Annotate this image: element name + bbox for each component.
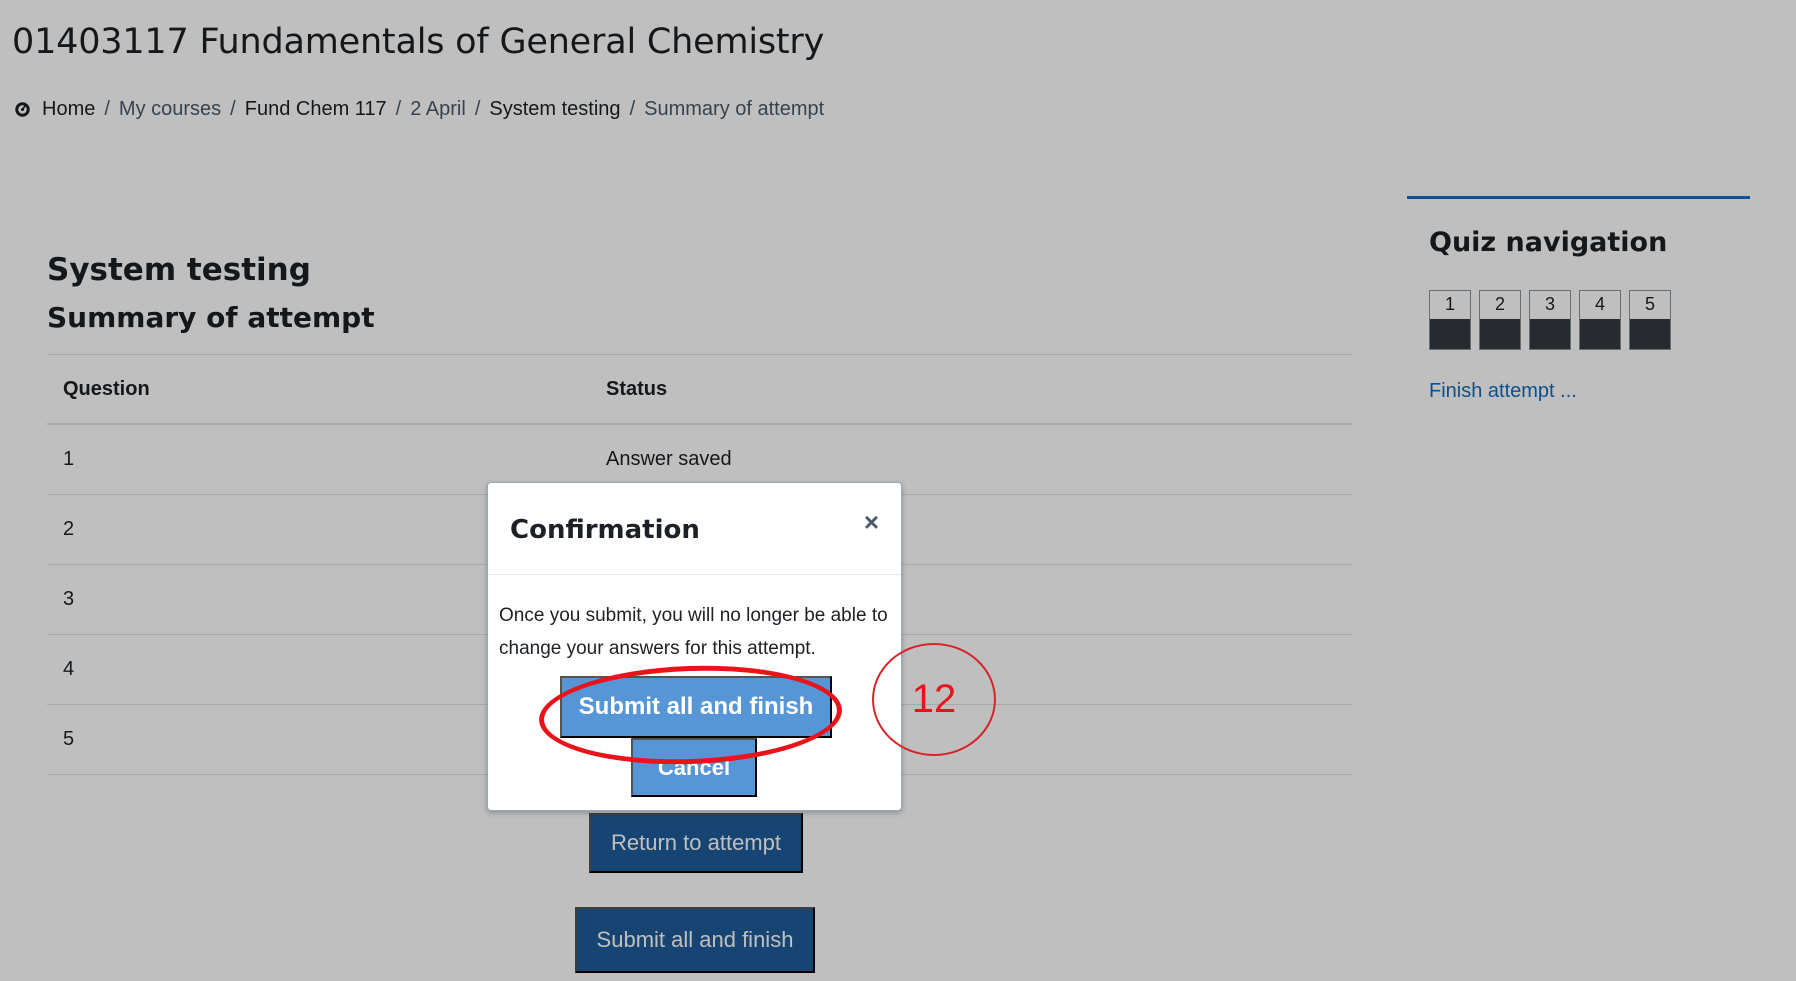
dialog-header: Confirmation × [488, 483, 901, 575]
column-header-question: Question [63, 377, 150, 400]
question-status: Answer saved [606, 448, 732, 470]
summary-heading: Summary of attempt [47, 301, 375, 334]
close-icon[interactable]: × [864, 509, 879, 535]
breadcrumb-separator: / [474, 98, 481, 120]
quiz-nav-button-4[interactable]: 4 [1579, 290, 1621, 350]
submit-all-and-finish-button[interactable]: Submit all and finish [575, 907, 815, 973]
quiz-heading: System testing [47, 252, 311, 288]
quiz-nav-button-5[interactable]: 5 [1629, 290, 1671, 350]
course-title: 01403117 Fundamentals of General Chemist… [12, 22, 825, 62]
quiz-nav-button-1[interactable]: 1 [1429, 290, 1471, 350]
answered-indicator [1630, 319, 1670, 349]
breadcrumb: Home / My courses / Fund Chem 117 / 2 Ap… [14, 98, 824, 121]
breadcrumb-separator: / [395, 98, 402, 120]
return-to-attempt-button[interactable]: Return to attempt [589, 813, 803, 873]
breadcrumb-quiz[interactable]: System testing [489, 98, 620, 121]
dialog-message: Once you submit, you will no longer be a… [499, 605, 888, 659]
column-header-status: Status [606, 377, 668, 400]
dashboard-gauge-icon [15, 102, 30, 117]
quiz-navigation-title: Quiz navigation [1429, 227, 1668, 258]
answered-indicator [1480, 319, 1520, 349]
page-header: 01403117 Fundamentals of General Chemist… [0, 8, 1796, 198]
quiz-nav-button-number: 3 [1544, 294, 1555, 314]
breadcrumb-separator: / [104, 98, 110, 120]
finish-attempt-link[interactable]: Finish attempt ... [1429, 380, 1577, 403]
quiz-nav-buttons: 1 2 3 4 5 [1429, 290, 1671, 350]
quiz-nav-button-2[interactable]: 2 [1479, 290, 1521, 350]
answered-indicator [1530, 319, 1570, 349]
breadcrumb-course[interactable]: Fund Chem 117 [245, 98, 387, 121]
answered-indicator [1430, 319, 1470, 349]
annotation-step-marker: 12 [872, 643, 996, 756]
quiz-navigation-block: Quiz navigation 1 2 3 4 5 Finish attempt… [1407, 196, 1750, 436]
annotation-step-number: 12 [911, 677, 957, 721]
breadcrumb-home[interactable]: Home [42, 98, 95, 121]
breadcrumb-separator: / [629, 98, 636, 120]
breadcrumb-current: Summary of attempt [644, 98, 825, 120]
quiz-nav-button-3[interactable]: 3 [1529, 290, 1571, 350]
breadcrumb-separator: / [230, 98, 236, 120]
quiz-nav-button-number: 1 [1444, 294, 1455, 314]
breadcrumb-section[interactable]: 2 April [410, 98, 466, 121]
table-header-row: Question Status [47, 355, 1352, 425]
question-number[interactable]: 1 [47, 448, 606, 471]
quiz-nav-button-number: 5 [1644, 294, 1655, 314]
answered-indicator [1580, 319, 1620, 349]
dialog-title: Confirmation [510, 515, 700, 545]
breadcrumb-my-courses[interactable]: My courses [119, 98, 221, 121]
quiz-nav-button-number: 4 [1594, 294, 1605, 314]
quiz-nav-button-number: 2 [1494, 294, 1505, 314]
